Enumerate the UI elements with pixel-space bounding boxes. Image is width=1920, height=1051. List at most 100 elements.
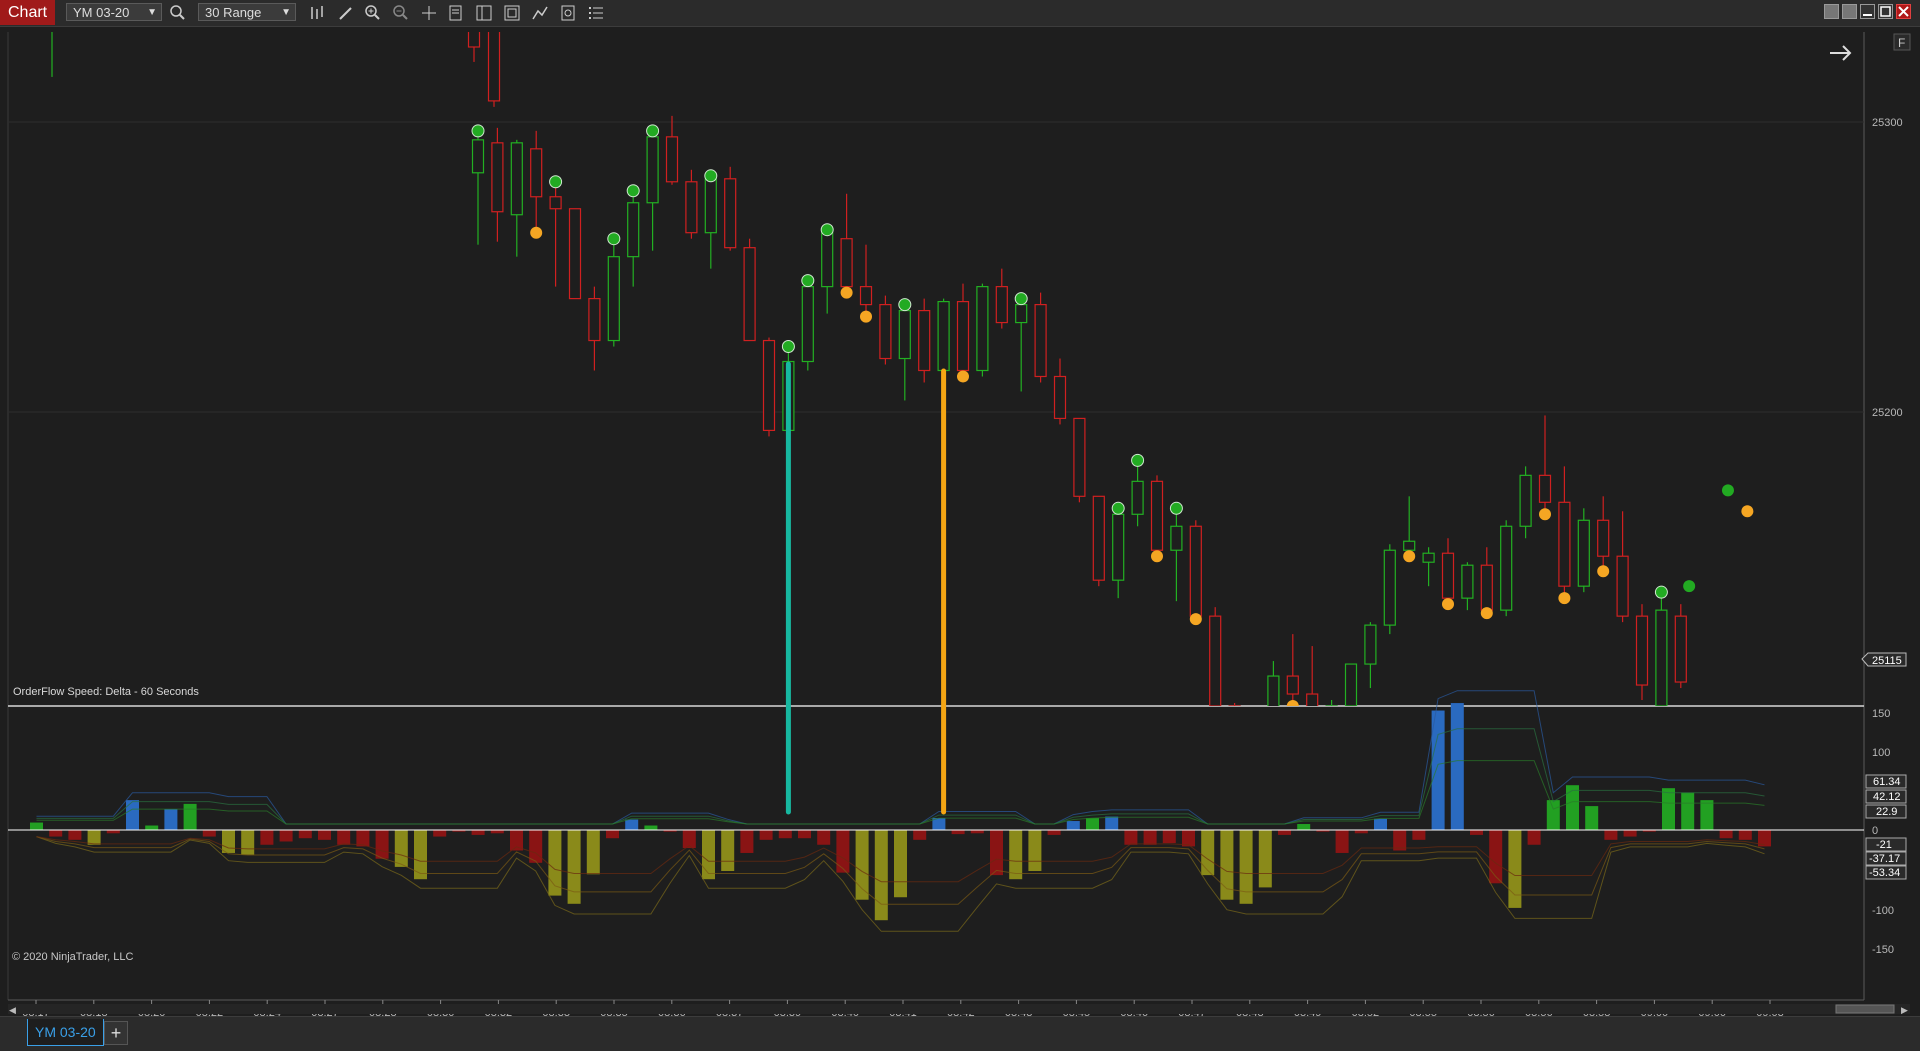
chart-area[interactable]: 25300 25200 25115 F OrderFlow Speed: Del… (0, 26, 1920, 1016)
tile-icon[interactable] (1824, 4, 1839, 19)
delta-bar (1566, 785, 1579, 830)
indicators-icon[interactable] (558, 3, 578, 23)
candle-body (1170, 525, 1183, 551)
delta-bar (1412, 830, 1426, 840)
candle-body (1150, 480, 1164, 551)
buy-signal-dot (1721, 484, 1734, 497)
delta-bar (1527, 830, 1541, 845)
minimize-icon[interactable] (1860, 4, 1875, 19)
badge-minus-21-text: -21 (1876, 839, 1892, 851)
search-icon[interactable] (168, 3, 188, 23)
delta-bar (1335, 830, 1349, 853)
delta-bar (202, 830, 216, 837)
buy-signal-dot (607, 232, 621, 246)
sell-signal-dot (1403, 550, 1416, 563)
scrollbar-track[interactable] (8, 1004, 1910, 1014)
badge-42-12-text: 42.12 (1873, 791, 1901, 803)
add-tab-button[interactable]: + (104, 1021, 128, 1045)
delta-bar (1662, 788, 1675, 830)
candle-body (588, 298, 601, 342)
sell-signal-dot (840, 286, 853, 299)
bar-style-icon[interactable] (308, 3, 328, 23)
candle-body (976, 286, 989, 372)
delta-bar (298, 830, 312, 839)
bar-type-selector[interactable]: 30 Range ▼ (198, 3, 296, 21)
buy-signal-dot (1654, 585, 1668, 599)
price-panel[interactable] (8, 32, 1864, 706)
candle-body (762, 339, 776, 432)
delta-bar (874, 830, 888, 921)
sell-signal-dot (1151, 550, 1163, 563)
restore-icon[interactable] (1842, 4, 1857, 19)
candle-body (704, 178, 717, 234)
delta-bar (798, 830, 811, 839)
candle-body (1131, 480, 1144, 515)
zoom-in-icon[interactable] (363, 3, 383, 23)
properties-icon[interactable] (474, 3, 494, 23)
candle-body (487, 32, 501, 102)
candle-body (491, 142, 504, 213)
delta-bar (1297, 824, 1311, 830)
chevron-down-icon: ▼ (147, 7, 157, 18)
horizontal-scrollbar[interactable]: ◀ ▶ (8, 1004, 1910, 1015)
delta-bar (375, 830, 389, 859)
candle-body (549, 196, 562, 210)
delta-bar (990, 830, 1003, 876)
current-price-badge: 25115 (1861, 652, 1907, 667)
candle-body (1189, 525, 1202, 617)
close-icon[interactable] (1896, 4, 1911, 19)
delta-bar (721, 830, 735, 871)
crosshair-icon[interactable] (419, 3, 439, 23)
badge-22-9-text: 22.9 (1876, 806, 1897, 818)
delta-bar (1374, 818, 1387, 830)
delta-bar (894, 830, 907, 898)
draw-pencil-icon[interactable] (336, 3, 356, 23)
delta-bar (1489, 830, 1503, 884)
tab-ym-03-20[interactable]: YM 03-20 (27, 1019, 104, 1046)
delta-bar (222, 830, 235, 853)
candle-body (724, 178, 737, 249)
badge-minus-53-34-text: -53.34 (1869, 867, 1900, 879)
buy-signal-dot (781, 340, 795, 354)
buy-signal-dot (820, 223, 834, 237)
candle-body (607, 256, 620, 342)
buy-signal-dot (704, 169, 718, 183)
delta-bar (586, 830, 600, 875)
candle-body (1616, 555, 1629, 617)
instrument-selector[interactable]: YM 03-20 ▼ (66, 3, 162, 21)
templates-icon[interactable] (502, 3, 522, 23)
candle-body (471, 139, 485, 174)
data-box-icon[interactable] (446, 3, 466, 23)
delta-bar (1604, 830, 1618, 840)
candle-body (1577, 519, 1590, 587)
delta-bar (337, 830, 351, 845)
candle-body (1558, 501, 1571, 587)
indicator-title: OrderFlow Speed: Delta - 60 Seconds (13, 686, 199, 698)
candle-body (1441, 552, 1455, 599)
candle-body (1286, 675, 1299, 695)
list-icon[interactable] (586, 3, 606, 23)
scroll-right-icon[interactable]: ▶ (1901, 1005, 1908, 1015)
scroll-left-icon[interactable]: ◀ (9, 1005, 16, 1015)
delta-bar (241, 830, 255, 855)
scrollbar-thumb[interactable] (1835, 1004, 1895, 1014)
delta-bar (702, 830, 715, 880)
candle-body (1480, 564, 1493, 611)
zoom-out-icon[interactable] (391, 3, 411, 23)
strategies-icon[interactable] (530, 3, 550, 23)
chart-menu-button[interactable]: Chart (0, 0, 56, 25)
current-price-value: 25115 (1872, 655, 1902, 667)
maximize-icon[interactable] (1878, 4, 1893, 19)
buy-signal-dot (898, 298, 912, 312)
delta-bar (1028, 830, 1042, 871)
delta-bar (183, 803, 197, 830)
buy-signal-dot (549, 175, 563, 189)
candle-body (1073, 417, 1086, 497)
candle-body (1053, 375, 1067, 420)
indicator-panel[interactable] (8, 706, 1864, 1000)
candle-body (1422, 552, 1435, 563)
delta-bar (1201, 830, 1215, 876)
delta-bar (471, 830, 485, 835)
sell-signal-dot (1741, 505, 1754, 518)
candle-body (1635, 615, 1649, 686)
